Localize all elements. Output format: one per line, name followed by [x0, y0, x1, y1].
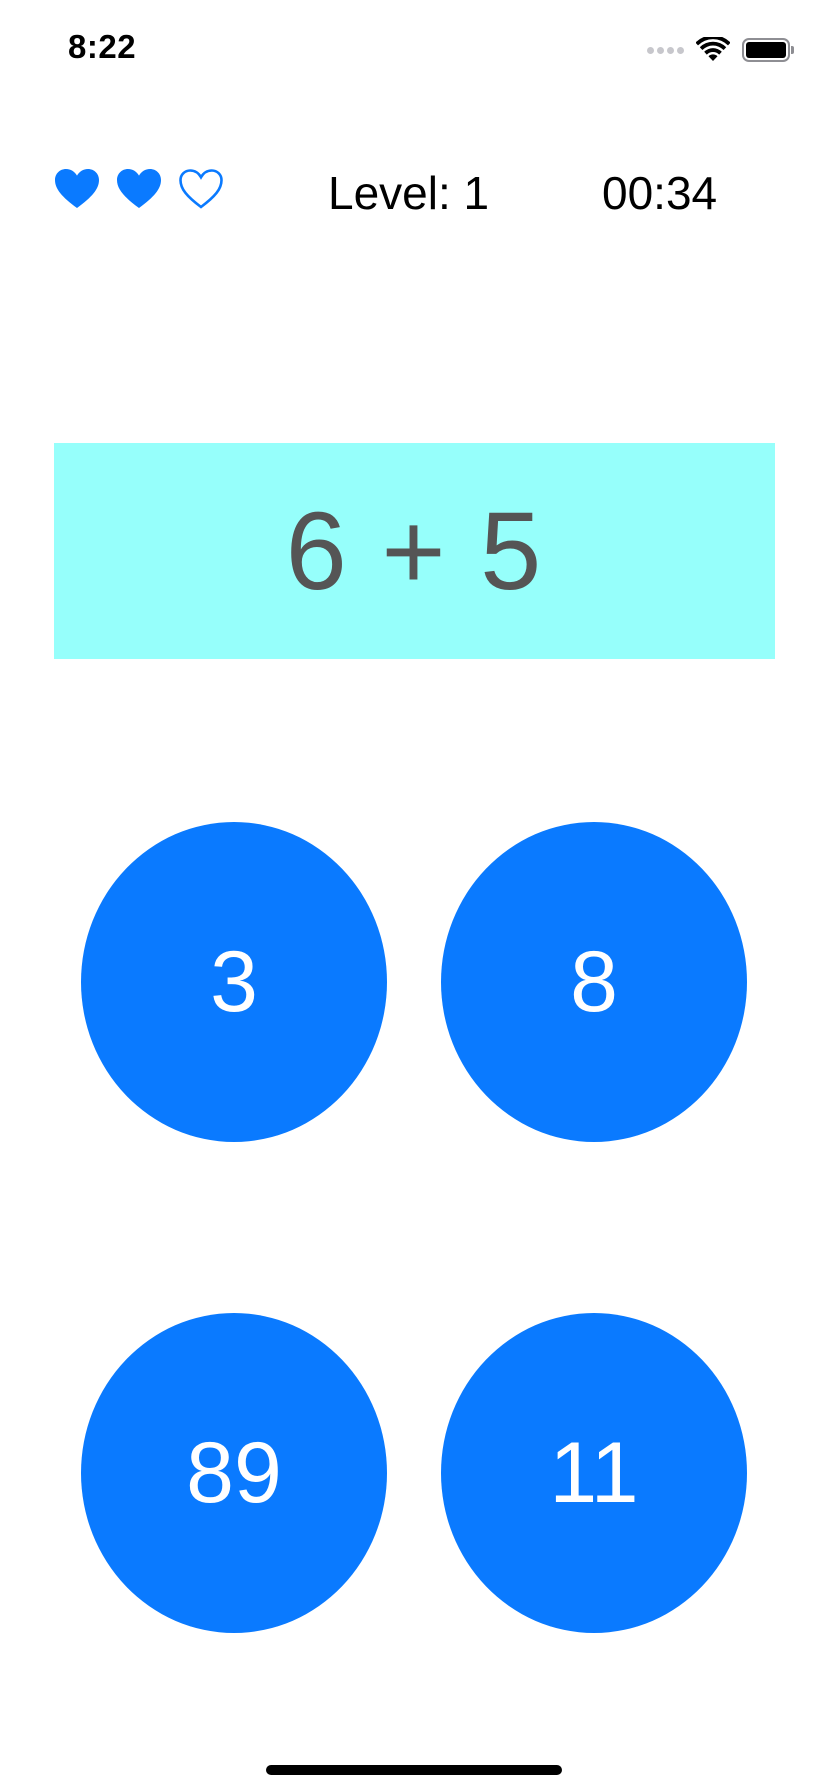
game-header: Level: 1 00:34: [0, 150, 828, 230]
status-icons: [647, 34, 794, 66]
question-text: 6 + 5: [285, 489, 544, 613]
answer-button-3[interactable]: 89: [81, 1313, 387, 1633]
heart-outline-icon: [179, 169, 223, 209]
question-panel: 6 + 5: [54, 443, 775, 659]
battery-level: [746, 42, 786, 58]
level-label: Level: 1: [328, 167, 490, 219]
answer-button-4[interactable]: 11: [441, 1313, 747, 1633]
home-indicator[interactable]: [266, 1765, 562, 1775]
heart-filled-icon: [55, 169, 99, 208]
cellular-signal-icon: [647, 46, 684, 54]
battery-icon: [742, 38, 794, 62]
heart-filled-icon: [117, 169, 161, 208]
answer-button-1[interactable]: 3: [81, 822, 387, 1142]
timer: 00:34: [602, 167, 718, 219]
lives-indicator: [54, 168, 224, 210]
wifi-icon: [696, 37, 730, 61]
status-time: 8:22: [68, 28, 137, 65]
status-bar: 8:22: [0, 0, 828, 100]
answer-button-2[interactable]: 8: [441, 822, 747, 1142]
